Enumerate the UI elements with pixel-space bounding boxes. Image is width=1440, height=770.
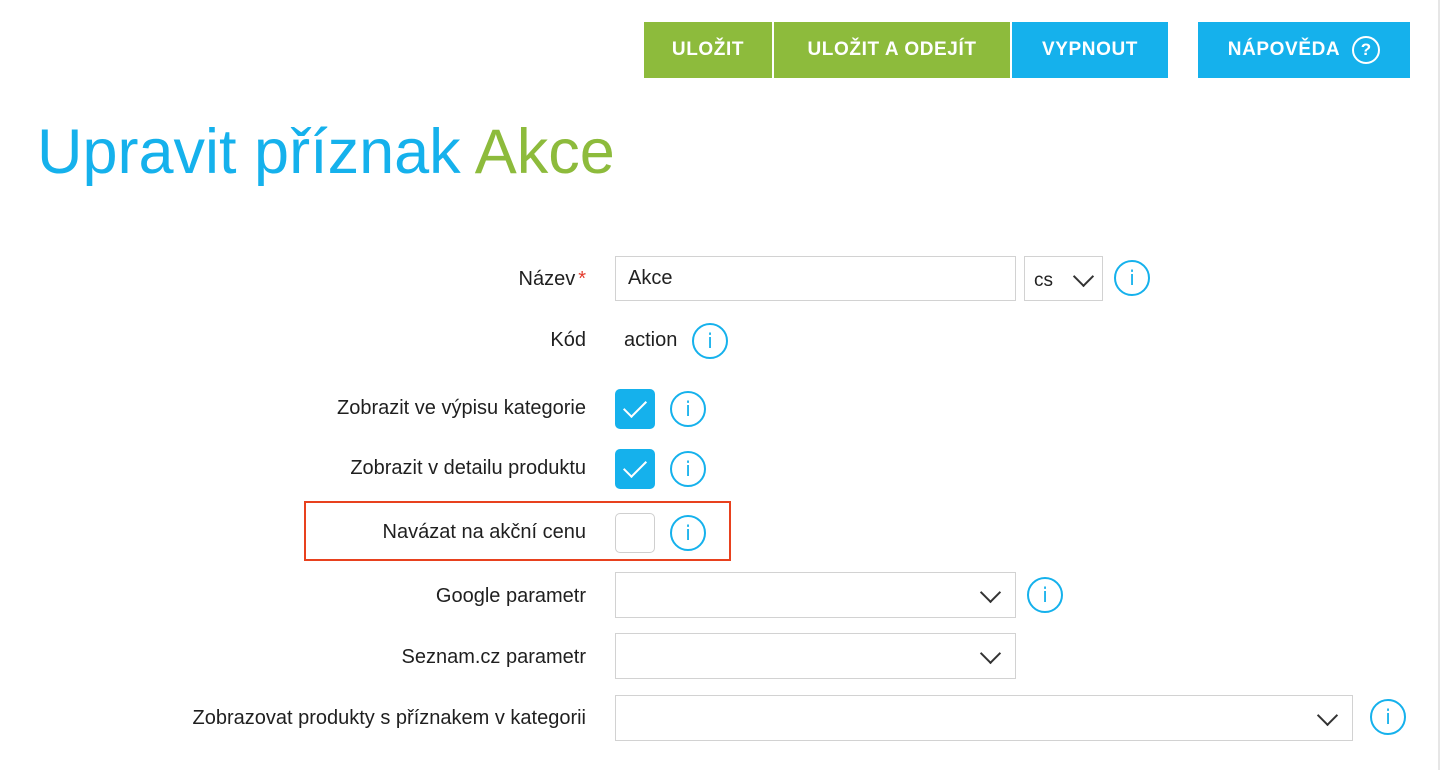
help-button-label: NÁPOVĚDA: [1227, 39, 1341, 60]
checkmark-icon: [622, 453, 648, 479]
show-products-in-category-label: Zobrazovat produkty s příznakem v katego…: [192, 707, 586, 729]
page-title-prefix: Upravit příznak: [37, 117, 461, 187]
google-param-select[interactable]: [615, 572, 1016, 618]
save-and-exit-button[interactable]: ULOŽIT A ODEJÍT: [774, 22, 1010, 78]
info-icon[interactable]: i: [670, 515, 706, 551]
name-input[interactable]: Akce: [615, 256, 1016, 301]
save-and-exit-button-label: ULOŽIT A ODEJÍT: [807, 39, 977, 60]
code-label: Kód: [550, 329, 586, 351]
checkmark-icon: [622, 393, 648, 419]
info-icon[interactable]: i: [670, 451, 706, 487]
name-label-text: Název: [518, 268, 576, 290]
google-param-label: Google parametr: [435, 585, 586, 607]
show-in-detail-label: Zobrazit v detailu produktu: [350, 457, 586, 479]
chevron-down-icon: [979, 642, 1002, 665]
save-button-label: ULOŽIT: [671, 39, 745, 60]
required-mark: *: [578, 268, 586, 290]
chevron-down-icon: [1316, 704, 1339, 727]
name-label: Název *: [519, 268, 587, 291]
help-button[interactable]: NÁPOVĚDA ?: [1198, 22, 1410, 78]
disable-button[interactable]: VYPNOUT: [1012, 22, 1168, 78]
info-icon[interactable]: i: [670, 391, 706, 427]
show-in-category-label: Zobrazit ve výpisu kategorie: [336, 397, 586, 419]
chevron-down-icon: [979, 581, 1002, 604]
show-products-in-category-select[interactable]: [615, 695, 1353, 741]
info-icon[interactable]: i: [1114, 260, 1150, 296]
show-in-detail-checkbox[interactable]: [615, 449, 655, 489]
show-in-category-checkbox[interactable]: [615, 389, 655, 429]
info-icon[interactable]: i: [692, 323, 728, 359]
page-title-flag-name: Akce: [474, 117, 615, 187]
seznam-param-label: Seznam.cz parametr: [401, 646, 586, 668]
code-value: action: [624, 329, 678, 351]
page-title: Upravit příznak Akce: [37, 112, 615, 192]
language-select-value: cs: [1034, 270, 1053, 291]
disable-button-label: VYPNOUT: [1041, 39, 1139, 60]
save-button[interactable]: ULOŽIT: [644, 22, 772, 78]
seznam-param-select[interactable]: [615, 633, 1016, 679]
info-icon[interactable]: i: [1370, 699, 1406, 735]
bind-to-sale-price-label: Navázat na akční cenu: [382, 521, 586, 543]
language-select[interactable]: cs: [1024, 256, 1103, 301]
chevron-down-icon: [1072, 265, 1095, 288]
help-icon: ?: [1352, 36, 1381, 64]
bind-to-sale-price-checkbox[interactable]: [615, 513, 655, 553]
name-input-value: Akce: [628, 267, 673, 289]
info-icon[interactable]: i: [1027, 577, 1063, 613]
